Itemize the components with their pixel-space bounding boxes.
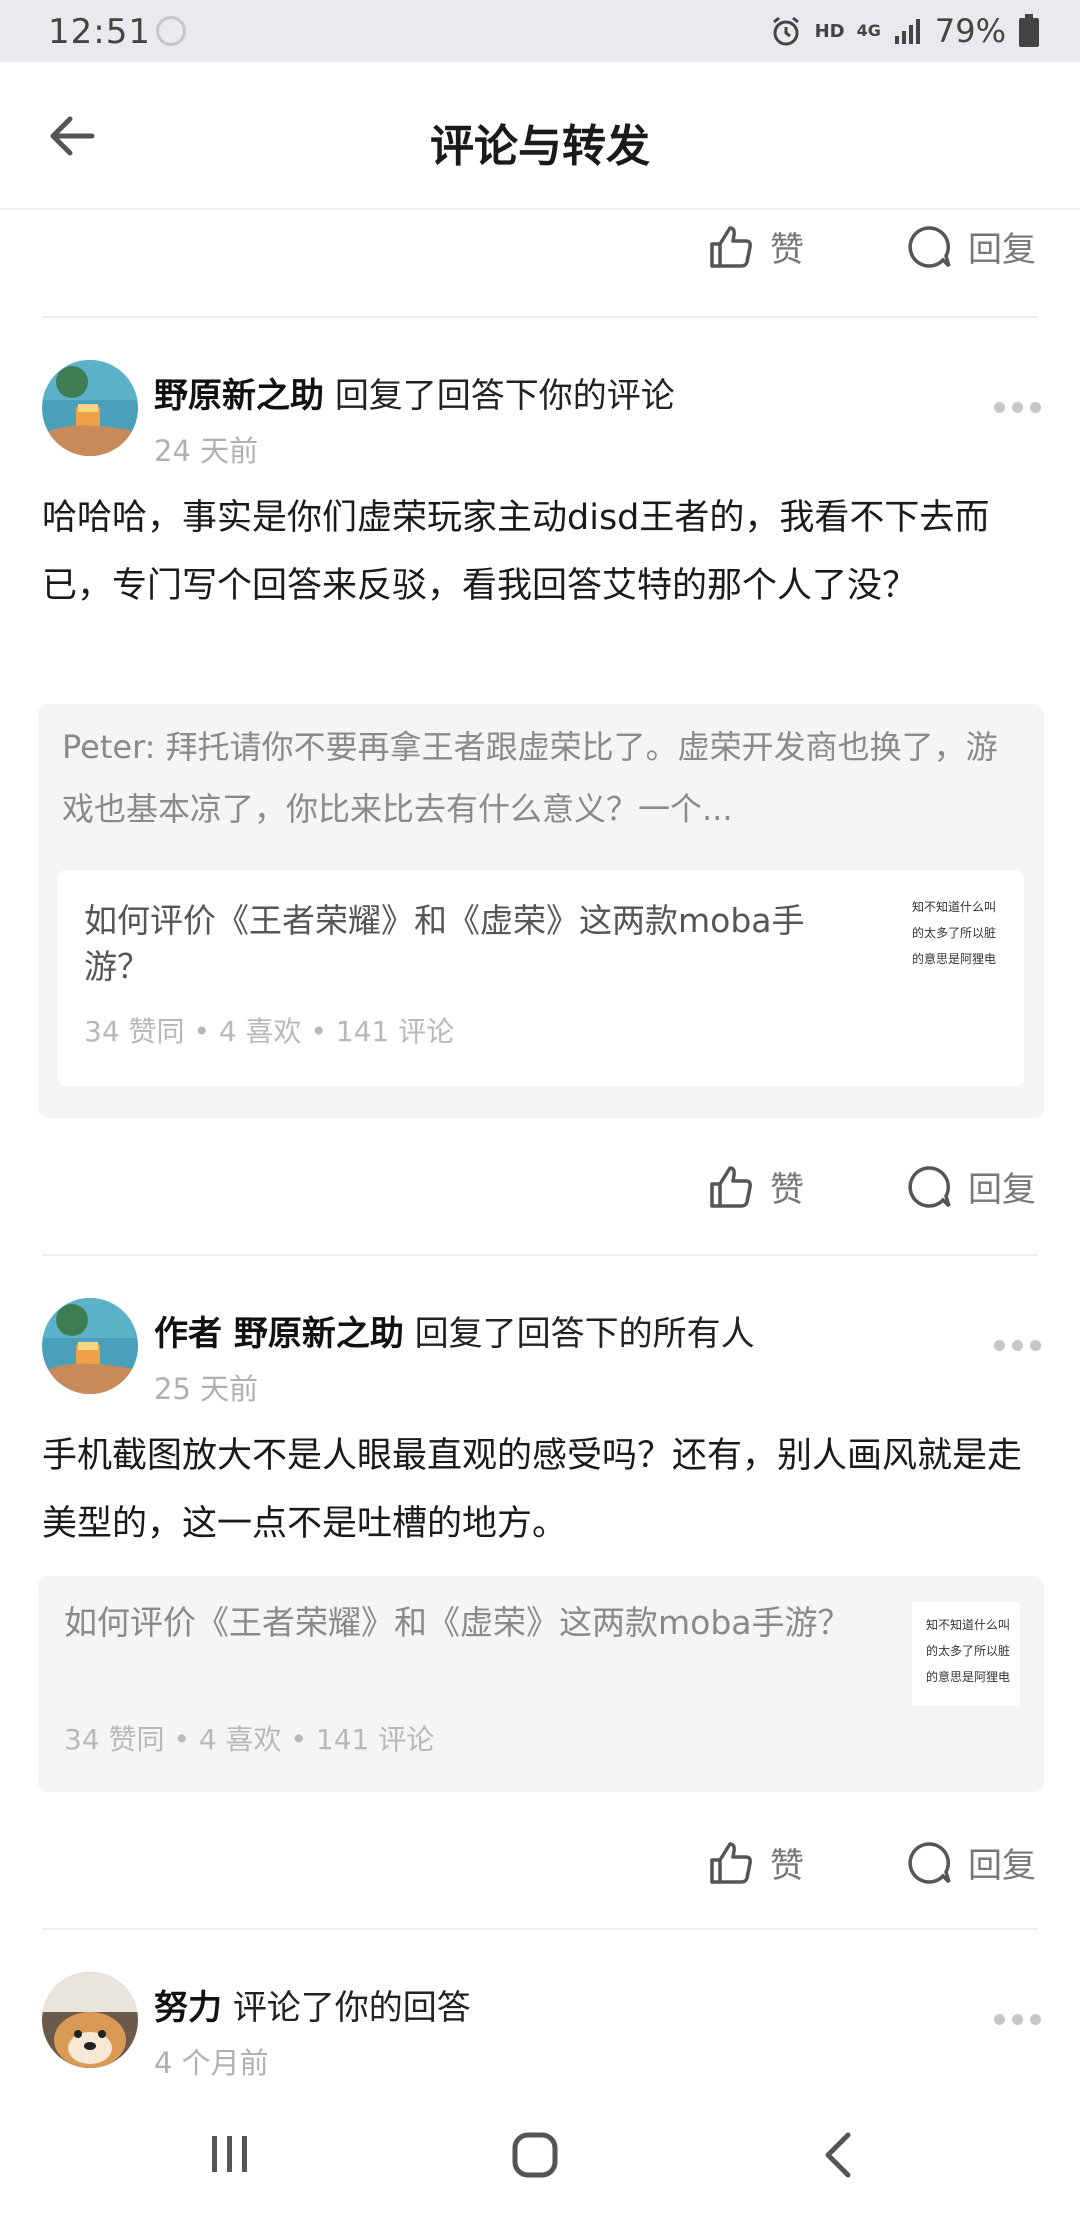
comment-bubble-icon <box>908 1841 951 1884</box>
action-row: 赞 回复 <box>0 222 1080 322</box>
battery-icon <box>1019 14 1039 47</box>
like-label: 赞 <box>770 1846 804 1886</box>
avatar[interactable] <box>42 360 138 456</box>
system-nav-bar <box>0 2090 1080 2220</box>
action-row: 赞 回复 <box>0 1838 1080 1938</box>
thumbs-up-icon <box>710 1165 752 1208</box>
user-name[interactable]: 努力 <box>154 1988 222 2028</box>
home-icon[interactable] <box>510 2130 560 2180</box>
status-bar: 12:51 HD 4G 79% <box>0 0 1080 62</box>
thumbs-up-icon <box>710 225 752 268</box>
network-type: 4G <box>856 21 881 40</box>
avatar[interactable] <box>42 1298 138 1394</box>
notification-action: 回复了回答下你的评论 <box>334 376 675 416</box>
signal-icon <box>894 19 920 44</box>
notification-action: 回复了回答下的所有人 <box>414 1314 755 1354</box>
divider <box>42 1928 1038 1930</box>
comment-bubble-icon <box>908 1165 951 1208</box>
user-name[interactable]: 作者 野原新之助 <box>154 1314 404 1354</box>
like-button[interactable]: 赞 <box>708 1838 804 1887</box>
back-nav-icon[interactable] <box>818 2130 858 2180</box>
thumbs-up-icon <box>710 1841 752 1884</box>
question-card[interactable]: 如何评价《王者荣耀》和《虚荣》这两款moba手游？ 34 赞同 • 4 喜欢 •… <box>38 1576 1044 1792</box>
reply-label: 回复 <box>968 230 1036 270</box>
divider <box>42 1254 1038 1256</box>
more-options-icon[interactable] <box>994 1340 1041 1351</box>
comment-text[interactable]: 哈哈哈，事实是你们虚荣玩家主动disd王者的，我看不下去而已，专门写个回答来反驳… <box>42 484 1042 620</box>
reply-button[interactable]: 回复 <box>906 222 1036 271</box>
more-options-icon[interactable] <box>994 402 1041 413</box>
question-card[interactable]: 如何评价《王者荣耀》和《虚荣》这两款moba手游？ 34 赞同 • 4 喜欢 •… <box>58 870 1024 1086</box>
timestamp: 24 天前 <box>154 434 259 468</box>
reply-label: 回复 <box>968 1846 1036 1886</box>
action-row: 赞 回复 <box>0 1162 1080 1262</box>
quoted-comment[interactable]: Peter: 拜托请你不要再拿王者跟虚荣比了。虚荣开发商也换了，游戏也基本凉了，… <box>38 704 1044 1118</box>
avatar[interactable] <box>42 1972 138 2068</box>
hd-indicator: HD <box>814 20 845 42</box>
recent-apps-icon[interactable] <box>206 2132 254 2176</box>
reply-label: 回复 <box>968 1170 1036 1210</box>
timer-icon <box>156 16 186 46</box>
quoted-text: Peter: 拜托请你不要再拿王者跟虚荣比了。虚荣开发商也换了，游戏也基本凉了，… <box>62 728 998 828</box>
timestamp: 25 天前 <box>154 1372 259 1406</box>
divider <box>42 316 1038 318</box>
question-thumbnail: 知不知道什么叫 的太多了所以脏 的意思是阿狸电 <box>912 1602 1020 1706</box>
battery-percent: 79% <box>934 12 1006 50</box>
question-meta: 34 赞同 • 4 喜欢 • 141 评论 <box>84 1015 455 1048</box>
status-time: 12:51 <box>48 12 151 52</box>
page-title: 评论与转发 <box>430 121 650 172</box>
reply-button[interactable]: 回复 <box>906 1162 1036 1211</box>
notification-action: 评论了你的回答 <box>232 1988 471 2028</box>
like-button[interactable]: 赞 <box>708 222 804 271</box>
comment-bubble-icon <box>908 225 951 268</box>
question-title: 如何评价《王者荣耀》和《虚荣》这两款moba手游？ <box>84 901 805 986</box>
question-thumbnail: 知不知道什么叫 的太多了所以脏 的意思是阿狸电 <box>898 884 1006 988</box>
reply-button[interactable]: 回复 <box>906 1838 1036 1887</box>
notification-headline: 野原新之助 回复了回答下你的评论 <box>154 368 675 417</box>
status-icons: HD 4G 79% <box>769 12 1040 50</box>
comment-text[interactable]: 手机截图放大不是人眼最直观的感受吗？还有，别人画风就是走美型的，这一点不是吐槽的… <box>42 1422 1042 1558</box>
notification-headline: 作者 野原新之助 回复了回答下的所有人 <box>154 1306 755 1355</box>
question-meta: 34 赞同 • 4 喜欢 • 141 评论 <box>64 1723 435 1756</box>
user-name[interactable]: 野原新之助 <box>154 376 324 416</box>
timestamp: 4 个月前 <box>154 2046 269 2080</box>
top-app-bar: 评论与转发 <box>0 62 1080 210</box>
more-options-icon[interactable] <box>994 2014 1041 2025</box>
like-button[interactable]: 赞 <box>708 1162 804 1211</box>
question-title: 如何评价《王者荣耀》和《虚荣》这两款moba手游？ <box>64 1603 851 1642</box>
like-label: 赞 <box>770 230 804 270</box>
notification-headline: 努力 评论了你的回答 <box>154 1980 471 2029</box>
like-label: 赞 <box>770 1170 804 1210</box>
alarm-icon <box>772 16 799 46</box>
